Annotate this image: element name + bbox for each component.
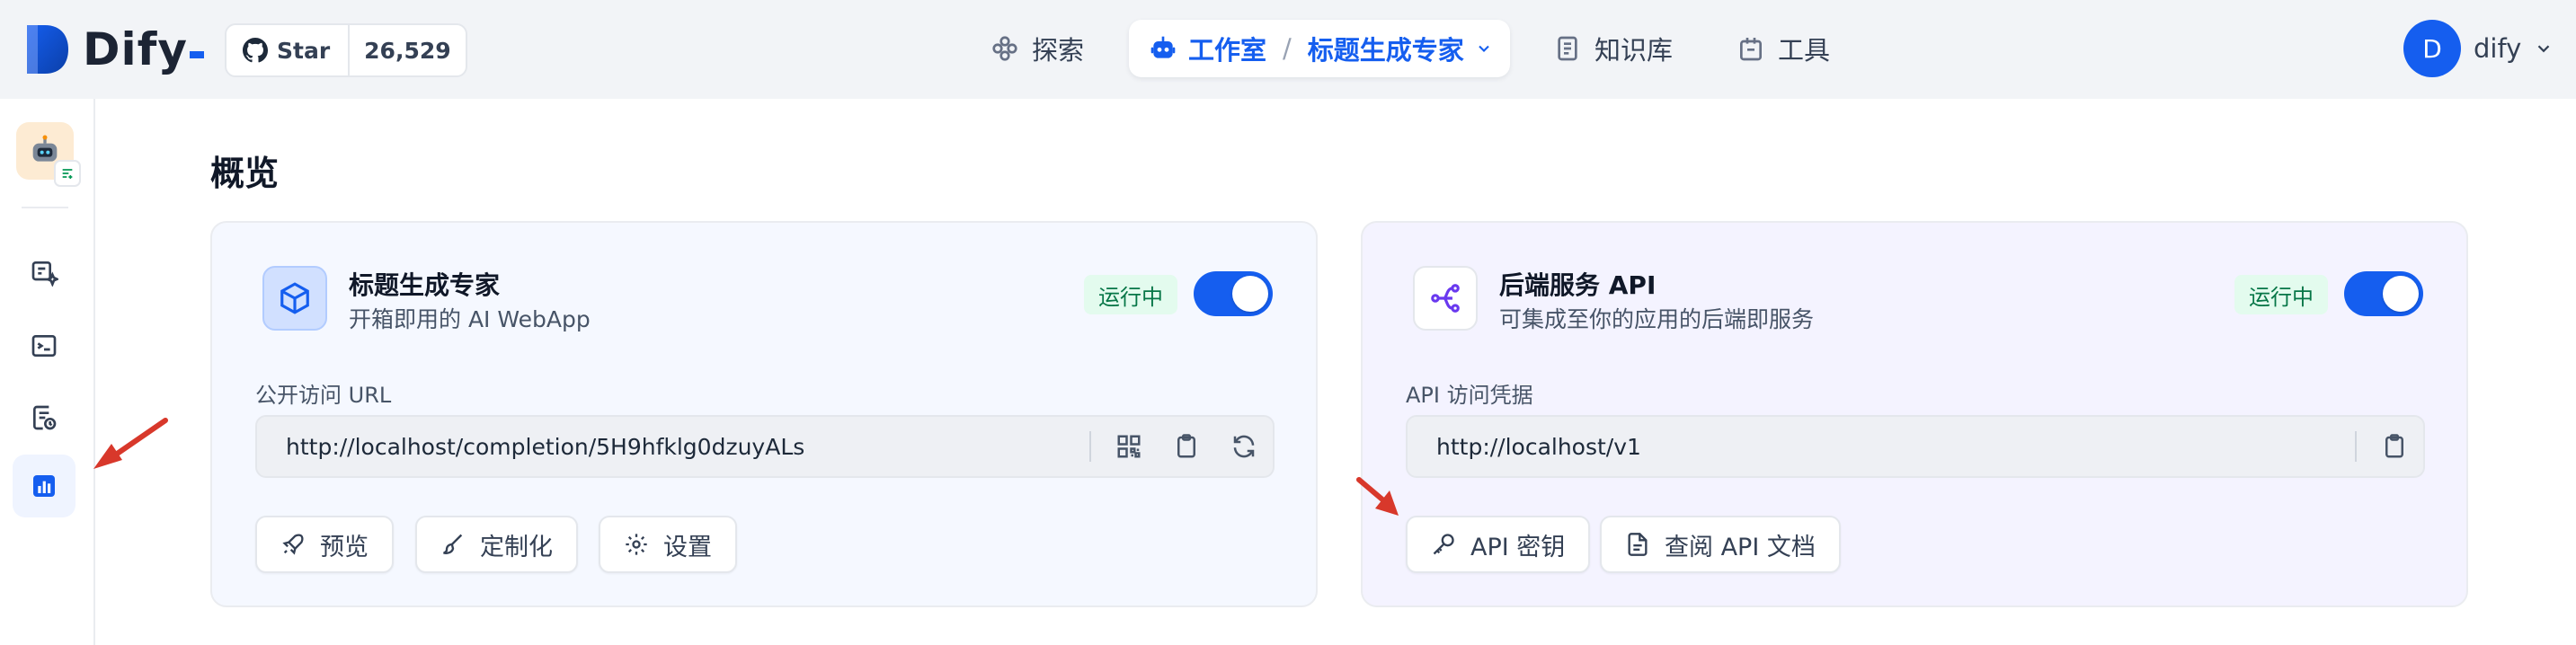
qrcode-icon bbox=[1117, 435, 1141, 458]
terminal-icon bbox=[31, 335, 57, 357]
app-type-badge bbox=[54, 160, 81, 187]
nav-app-name[interactable]: 标题生成专家 bbox=[1308, 30, 1464, 67]
api-card-subtitle: 可集成至你的应用的后端即服务 bbox=[1499, 306, 1815, 332]
webapp-card-title: 标题生成专家 bbox=[349, 270, 501, 300]
api-docs-label: 查阅 API 文档 bbox=[1665, 533, 1816, 561]
robot-icon bbox=[1150, 36, 1176, 58]
refresh-icon bbox=[1233, 435, 1255, 458]
webapp-card-icon bbox=[262, 266, 327, 331]
brush-icon bbox=[443, 534, 463, 554]
app-sidebar bbox=[0, 99, 95, 645]
api-card-icon bbox=[1413, 266, 1478, 331]
dify-logo[interactable]: Dify bbox=[25, 23, 204, 75]
github-star-widget[interactable]: Star 26,529 bbox=[225, 23, 467, 77]
public-url-label: 公开访问 URL bbox=[255, 383, 392, 408]
api-card-title: 后端服务 API bbox=[1499, 270, 1657, 300]
public-url-field: http://localhost/completion/5H9hfklg0dzu… bbox=[255, 415, 1275, 478]
status-badge: 运行中 bbox=[2234, 275, 2328, 314]
url-divider bbox=[2355, 431, 2357, 462]
regenerate-url-button[interactable] bbox=[1215, 420, 1273, 473]
api-connection-icon bbox=[1431, 284, 1460, 313]
gear-icon bbox=[626, 534, 647, 555]
book-icon bbox=[1558, 36, 1577, 61]
clipboard-icon bbox=[2385, 434, 2403, 458]
api-key-label: API 密钥 bbox=[1470, 533, 1566, 561]
api-url-field: http://localhost/v1 bbox=[1406, 415, 2425, 478]
sidebar-item-orchestrate[interactable] bbox=[13, 241, 76, 304]
webapp-card: 标题生成专家 开箱即用的 AI WebApp 运行中 公开访问 URL http… bbox=[210, 221, 1318, 607]
dify-logo-text: Dify bbox=[83, 23, 188, 75]
dify-logo-icon bbox=[27, 25, 68, 74]
github-icon bbox=[243, 38, 268, 63]
sidebar-item-overview[interactable] bbox=[13, 455, 76, 517]
page-title: 概览 bbox=[210, 154, 280, 193]
webapp-enable-toggle[interactable] bbox=[1194, 271, 1273, 316]
copy-api-url-button[interactable] bbox=[2366, 420, 2423, 473]
logo-dot bbox=[190, 51, 204, 58]
key-icon bbox=[1433, 534, 1454, 555]
api-credentials-label: API 访问凭据 bbox=[1406, 383, 1533, 408]
api-docs-button[interactable]: 查阅 API 文档 bbox=[1600, 516, 1841, 573]
logs-icon bbox=[33, 405, 57, 430]
qrcode-button[interactable] bbox=[1100, 420, 1158, 473]
nav-tools[interactable]: 工具 bbox=[1737, 20, 1830, 77]
main-content: 概览 标题生成专家 开箱即用的 AI WebApp 运行中 公开访问 URL h… bbox=[95, 99, 2576, 645]
tools-icon bbox=[1740, 38, 1762, 61]
document-icon bbox=[1628, 533, 1648, 556]
nav-studio[interactable]: 工作室 / 标题生成专家 bbox=[1129, 20, 1510, 77]
nav-studio-label[interactable]: 工作室 bbox=[1188, 30, 1266, 67]
copy-url-button[interactable] bbox=[1158, 420, 1215, 473]
url-divider bbox=[1089, 431, 1091, 462]
chart-bar-icon bbox=[33, 475, 55, 497]
sidebar-item-logs[interactable] bbox=[13, 386, 76, 449]
top-bar: Dify Star 26,529 探索 工作室 / 标题生成专家 知识库 工具 … bbox=[0, 0, 2576, 99]
preview-label: 预览 bbox=[320, 533, 369, 561]
backend-api-card: 后端服务 API 可集成至你的应用的后端即服务 运行中 API 访问凭据 htt… bbox=[1361, 221, 2468, 607]
github-star-button[interactable]: Star bbox=[227, 25, 348, 75]
avatar[interactable]: D bbox=[2403, 20, 2461, 77]
api-enable-toggle[interactable] bbox=[2344, 271, 2423, 316]
webapp-card-subtitle: 开箱即用的 AI WebApp bbox=[349, 306, 591, 332]
chevron-down-icon[interactable] bbox=[1475, 40, 1493, 57]
orchestrate-icon bbox=[31, 261, 58, 287]
api-url-value[interactable]: http://localhost/v1 bbox=[1408, 434, 2355, 460]
rocket-icon bbox=[282, 534, 304, 555]
nav-explore[interactable]: 探索 bbox=[990, 20, 1084, 77]
settings-button[interactable]: 设置 bbox=[599, 516, 737, 573]
sidebar-item-api-access[interactable] bbox=[13, 314, 76, 377]
settings-label: 设置 bbox=[663, 533, 712, 561]
text-generator-icon bbox=[62, 169, 73, 179]
nav-knowledge[interactable]: 知识库 bbox=[1553, 20, 1673, 77]
cube-icon bbox=[280, 282, 309, 314]
github-star-label: Star bbox=[277, 37, 331, 64]
public-url-value[interactable]: http://localhost/completion/5H9hfklg0dzu… bbox=[257, 434, 1089, 460]
github-star-count: 26,529 bbox=[348, 25, 465, 75]
nav-breadcrumb-separator: / bbox=[1283, 33, 1292, 64]
nav-tools-label: 工具 bbox=[1778, 35, 1831, 66]
sidebar-divider bbox=[22, 207, 68, 208]
nav-explore-label: 探索 bbox=[1032, 35, 1085, 66]
customize-button[interactable]: 定制化 bbox=[415, 516, 578, 573]
explore-icon bbox=[992, 36, 1017, 61]
preview-button[interactable]: 预览 bbox=[255, 516, 394, 573]
chevron-down-icon[interactable] bbox=[2534, 39, 2554, 58]
status-badge: 运行中 bbox=[1084, 275, 1177, 314]
api-key-button[interactable]: API 密钥 bbox=[1406, 516, 1591, 573]
customize-label: 定制化 bbox=[480, 533, 553, 561]
user-menu[interactable]: D dify bbox=[2403, 20, 2554, 77]
clipboard-icon bbox=[1177, 434, 1195, 458]
user-name: dify bbox=[2474, 33, 2522, 64]
nav-knowledge-label: 知识库 bbox=[1594, 35, 1674, 66]
